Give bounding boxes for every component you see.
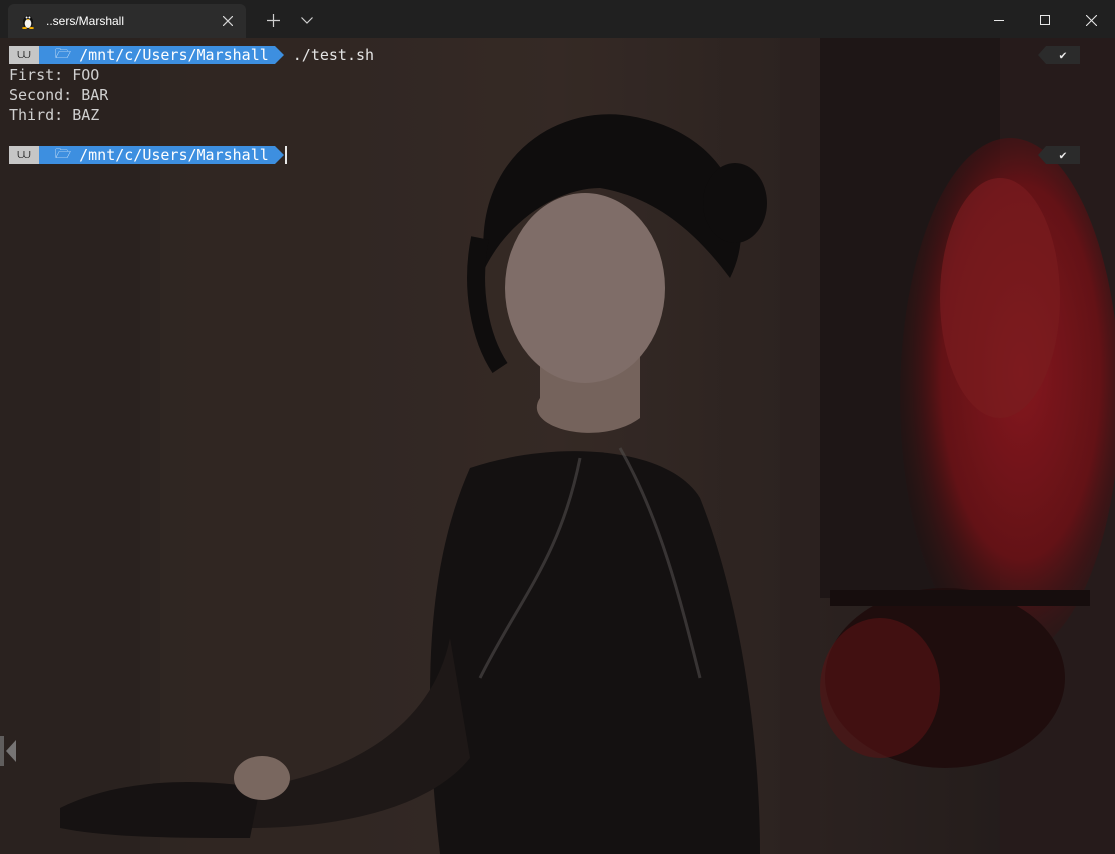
terminal-output: ⩊ 🗁 /mnt/c/Users/Marshall ./test.sh ✔ Fi… bbox=[0, 38, 1115, 854]
os-segment-icon: ⩊ bbox=[9, 46, 48, 64]
path-text: /mnt/c/Users/Marshall bbox=[79, 146, 269, 164]
tab-close-icon[interactable] bbox=[214, 7, 242, 35]
new-tab-plus-icon[interactable] bbox=[258, 5, 288, 35]
tab-title: ..sers/Marshall bbox=[46, 14, 125, 28]
tab-active[interactable]: ..sers/Marshall bbox=[8, 4, 246, 38]
prompt-line-2: ⩊ 🗁 /mnt/c/Users/Marshall bbox=[9, 145, 287, 165]
maximize-icon[interactable] bbox=[1022, 5, 1068, 35]
window-close-icon[interactable] bbox=[1068, 5, 1114, 35]
os-segment-icon: ⩊ bbox=[9, 146, 48, 164]
prompt-line-1: ⩊ 🗁 /mnt/c/Users/Marshall ./test.sh bbox=[9, 45, 374, 65]
status-check-icon: ✔ bbox=[1038, 46, 1080, 64]
output-line: Third: BAZ bbox=[9, 106, 100, 124]
path-segment: 🗁 /mnt/c/Users/Marshall bbox=[39, 146, 284, 164]
output-line: First: FOO bbox=[9, 66, 100, 84]
dropdown-chevron-down-icon[interactable] bbox=[292, 5, 322, 35]
linux-tux-icon bbox=[20, 13, 36, 29]
path-text: /mnt/c/Users/Marshall bbox=[79, 46, 269, 64]
output-line: Second: BAR bbox=[9, 86, 109, 104]
path-segment: 🗁 /mnt/c/Users/Marshall bbox=[39, 46, 284, 64]
terminal-window: ..sers/Marshall ⩊ 🗁 /mnt/c/Users/Marshal… bbox=[0, 0, 1115, 854]
terminal-pane[interactable]: ⩊ 🗁 /mnt/c/Users/Marshall ./test.sh ✔ Fi… bbox=[0, 38, 1115, 854]
text-cursor[interactable] bbox=[284, 146, 287, 164]
title-bar: ..sers/Marshall bbox=[0, 0, 1115, 39]
minimize-icon[interactable] bbox=[976, 5, 1022, 35]
status-check-icon: ✔ bbox=[1038, 146, 1080, 164]
folder-icon: 🗁 bbox=[55, 147, 72, 162]
command-text: ./test.sh bbox=[292, 46, 375, 64]
scroll-left-arrow-icon[interactable] bbox=[0, 736, 18, 766]
folder-icon: 🗁 bbox=[55, 47, 72, 62]
